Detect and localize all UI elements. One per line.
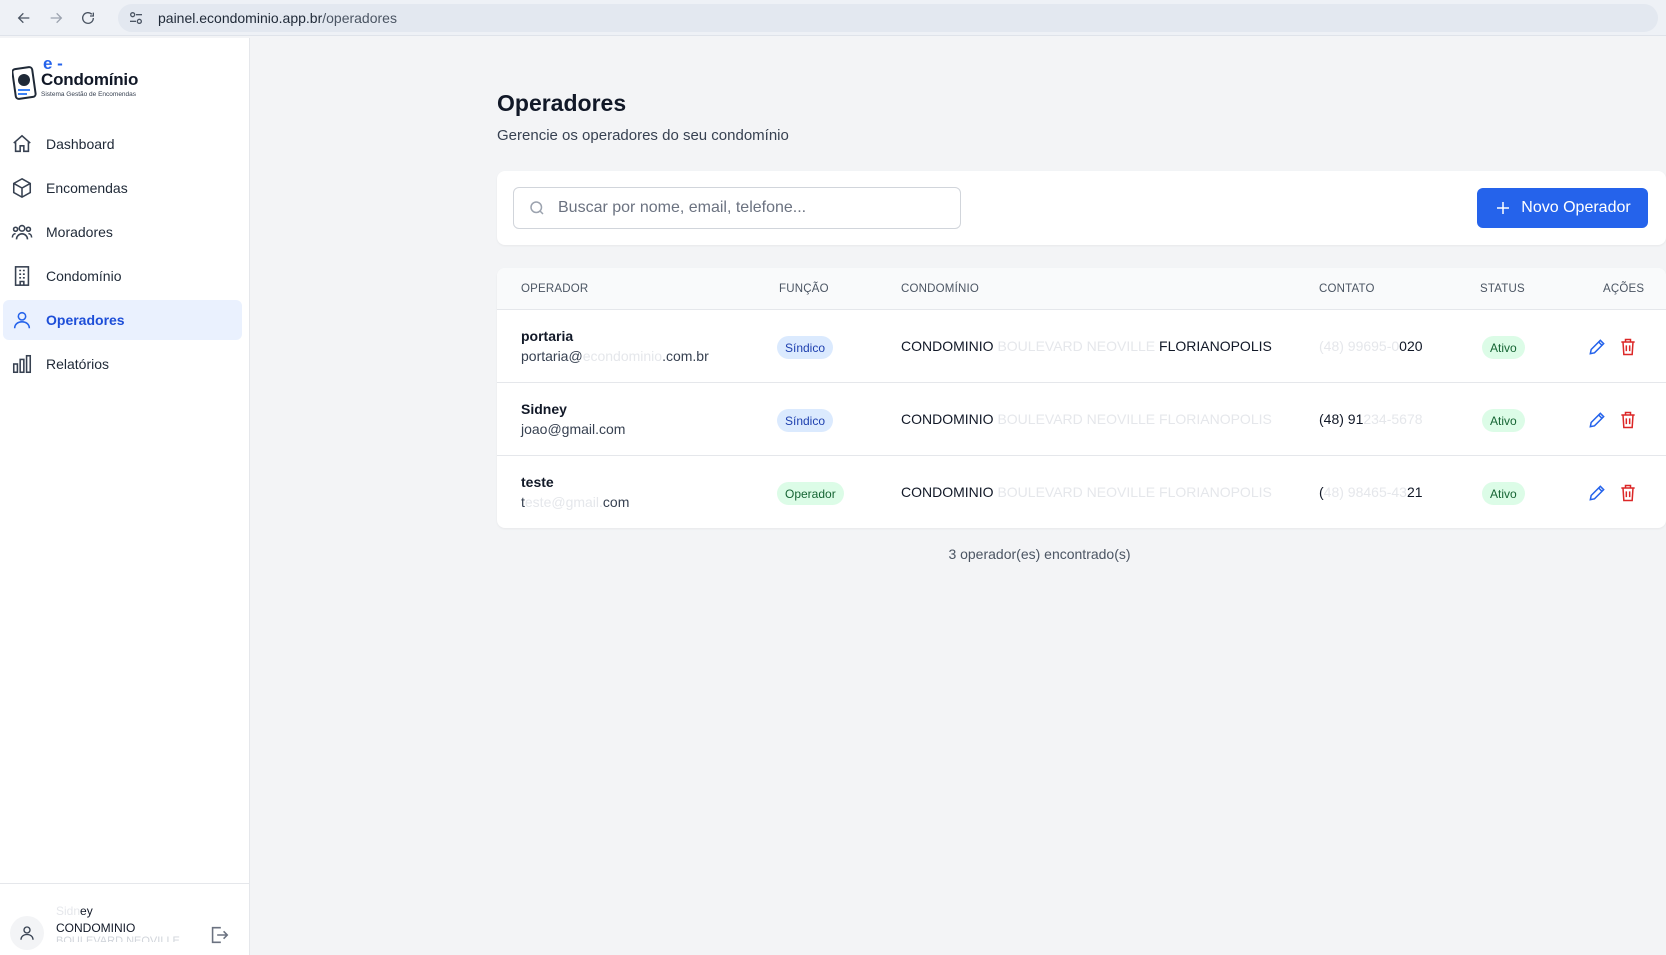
sidebar-item-operadores[interactable]: Operadores [3, 300, 242, 340]
contact-phone: (48) 91234-5678 [1319, 411, 1423, 427]
operator-email: joao@gmail.com [521, 421, 626, 437]
results-count: 3 operador(es) encontrado(s) [948, 546, 1131, 562]
edit-icon[interactable] [1587, 483, 1607, 503]
sidebar-item-label: Condomínio [46, 268, 122, 284]
logo-tagline: Sistema Gestão de Encomendas [41, 91, 137, 98]
contact-phone: (48) 99695-0020 [1319, 338, 1423, 354]
role-badge: Operador [777, 482, 844, 505]
column-header-acoes: AÇÕES [1603, 283, 1645, 295]
trash-icon[interactable] [1618, 483, 1638, 503]
sidebar-menu: Dashboard Encomendas Moradores Condomíni… [0, 124, 250, 388]
column-header-operador: OPERADOR [521, 283, 589, 295]
page-title: Operadores [497, 90, 627, 116]
table-row: Sidney joao@gmail.com Síndico CONDOMINIO… [497, 383, 1666, 456]
logo-name: Condomínio [41, 70, 139, 89]
condominium-name: CONDOMINIO BOULEVARD NEOVILLE FLORIANOPO… [901, 411, 1272, 427]
condominium-name: CONDOMINIO BOULEVARD NEOVILLE FLORIANOPO… [901, 484, 1272, 500]
user-avatar-icon [20, 926, 34, 940]
user-name: Sidney [56, 904, 93, 918]
sidebar-item-condominio[interactable]: Condomínio [3, 256, 242, 296]
bar-chart-icon [12, 354, 32, 374]
arrow-left-icon [17, 12, 30, 23]
sidebar-item-label: Relatórios [46, 356, 110, 372]
column-header-funcao: FUNÇÃO [779, 283, 829, 295]
user-panel: Sidney CONDOMINIO BOULEVARD NEOVILLE [0, 883, 250, 955]
search-input[interactable] [558, 199, 948, 217]
user-condominium: CONDOMINIO [56, 921, 136, 935]
operator-email: teste@gmail.com [521, 494, 630, 510]
search-icon [530, 201, 544, 215]
forward-button[interactable] [40, 3, 72, 33]
user-condominium-line2: BOULEVARD NEOVILLE [56, 935, 180, 942]
new-operator-label: Novo Operador [1521, 199, 1631, 216]
avatar [10, 916, 44, 950]
building-icon [14, 266, 30, 286]
plus-icon [1497, 202, 1510, 214]
page-subtitle: Gerencie os operadores do seu condomínio [497, 127, 789, 144]
users-icon [11, 224, 33, 240]
sidebar-item-label: Dashboard [46, 136, 115, 152]
role-badge: Síndico [777, 336, 834, 359]
trash-icon[interactable] [1618, 410, 1638, 430]
status-badge: Ativo [1482, 336, 1525, 359]
logout-icon[interactable] [208, 924, 230, 946]
role-badge: Síndico [777, 409, 834, 432]
reload-icon [82, 11, 94, 24]
sidebar-item-label: Moradores [46, 224, 113, 240]
home-icon [13, 134, 31, 153]
table-header: OPERADOR FUNÇÃO CONDOMÍNIO CONTATO STATU… [497, 268, 1666, 310]
condominium-name: CONDOMINIO BOULEVARD NEOVILLE FLORIANOPO… [901, 338, 1272, 354]
package-icon [12, 177, 32, 199]
status-badge: Ativo [1482, 409, 1525, 432]
reload-button[interactable] [72, 3, 104, 33]
browser-toolbar: painel.econdominio.app.br/operadores [0, 0, 1666, 36]
user-icon [13, 311, 31, 329]
operator-name: Sidney [521, 401, 567, 417]
edit-icon[interactable] [1587, 337, 1607, 357]
back-button[interactable] [8, 3, 40, 33]
url-host: painel.econdominio.app.br [158, 9, 323, 26]
sidebar-item-label: Operadores [46, 312, 125, 328]
trash-icon[interactable] [1618, 337, 1638, 357]
operator-name: teste [521, 474, 554, 490]
table-row: teste teste@gmail.com Operador CONDOMINI… [497, 456, 1666, 528]
column-header-contato: CONTATO [1319, 283, 1375, 295]
edit-icon[interactable] [1587, 410, 1607, 430]
sidebar-item-encomendas[interactable]: Encomendas [3, 168, 242, 208]
table-row: portaria portaria@econdominio.com.br Sín… [497, 310, 1666, 383]
operator-name: portaria [521, 328, 574, 344]
url-path: /operadores [322, 9, 397, 26]
column-header-status: STATUS [1480, 283, 1525, 295]
operator-email: portaria@econdominio.com.br [521, 348, 709, 364]
sidebar-item-dashboard[interactable]: Dashboard [3, 124, 242, 164]
sidebar-item-relatorios[interactable]: Relatórios [3, 344, 242, 384]
sidebar-item-moradores[interactable]: Moradores [3, 212, 242, 252]
operators-table: OPERADOR FUNÇÃO CONDOMÍNIO CONTATO STATU… [497, 268, 1666, 528]
logo[interactable]: e - Condomínio Sistema Gestão de Encomen… [12, 54, 172, 124]
new-operator-button[interactable]: Novo Operador [1477, 188, 1648, 228]
logo-mark-icon [12, 66, 37, 100]
address-bar[interactable]: painel.econdominio.app.br/operadores [118, 3, 1658, 32]
column-header-condominio: CONDOMÍNIO [901, 283, 980, 295]
sidebar: e - Condomínio Sistema Gestão de Encomen… [0, 38, 250, 955]
search-box[interactable] [513, 187, 961, 229]
arrow-right-icon [50, 12, 63, 23]
sidebar-item-label: Encomendas [46, 180, 128, 196]
site-settings-icon[interactable] [128, 10, 144, 26]
contact-phone: (48) 98465-4321 [1319, 484, 1423, 500]
status-badge: Ativo [1482, 482, 1525, 505]
search-card: Novo Operador [497, 171, 1666, 245]
